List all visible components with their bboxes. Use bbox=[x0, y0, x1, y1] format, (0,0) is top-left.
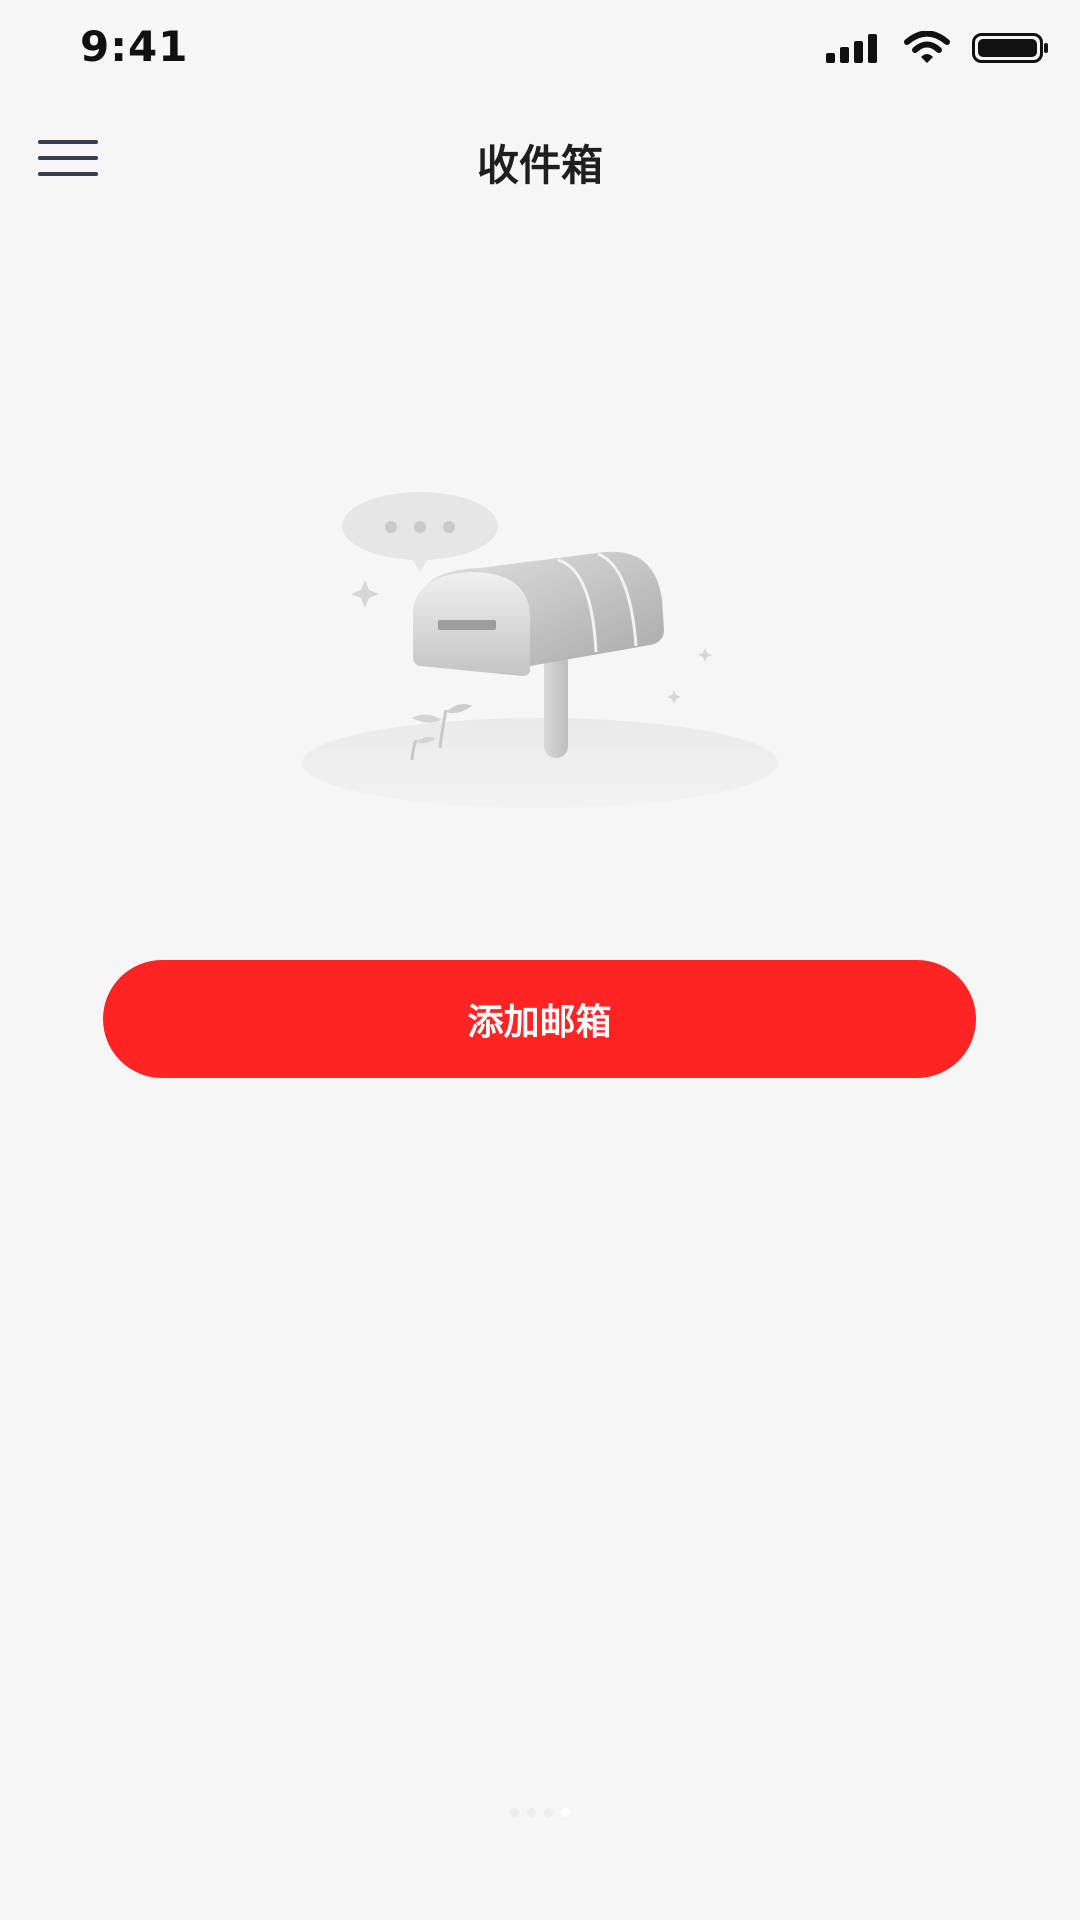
status-bar: 9:41 bbox=[0, 0, 1080, 100]
page-indicator bbox=[0, 1808, 1080, 1817]
empty-mailbox-illustration bbox=[290, 480, 790, 820]
page-dot-active bbox=[561, 1808, 570, 1817]
status-icons bbox=[826, 30, 1050, 70]
page-dot bbox=[527, 1808, 536, 1817]
cellular-signal-icon bbox=[826, 33, 882, 67]
status-time: 9:41 bbox=[80, 22, 189, 71]
wifi-icon bbox=[904, 30, 950, 69]
page-dot bbox=[510, 1808, 519, 1817]
battery-icon bbox=[972, 31, 1050, 69]
add-mailbox-button[interactable]: 添加邮箱 bbox=[103, 960, 976, 1078]
page-title: 收件箱 bbox=[476, 141, 603, 190]
nav-bar: 收件箱 bbox=[0, 110, 1080, 210]
page-dot bbox=[544, 1808, 553, 1817]
